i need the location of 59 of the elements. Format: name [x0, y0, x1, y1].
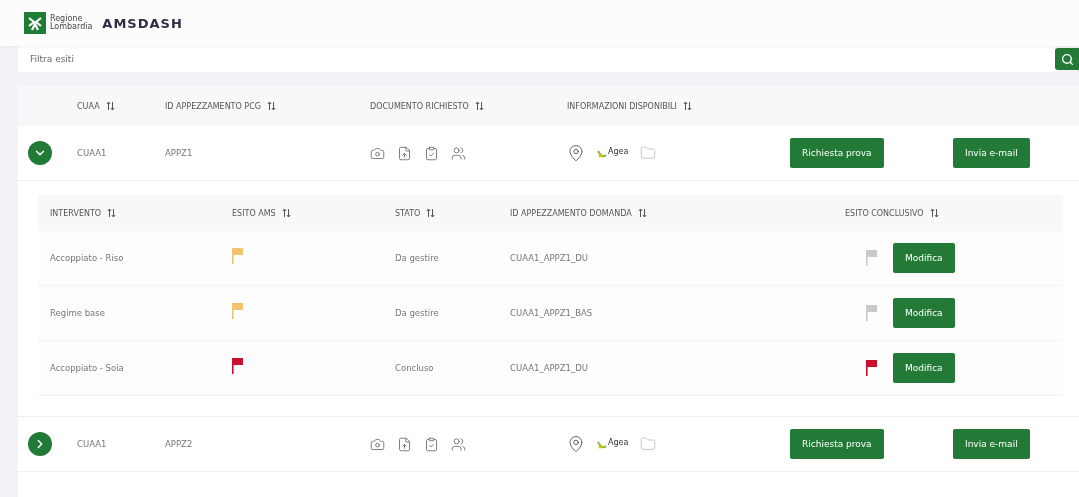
sort-icon[interactable] — [266, 101, 276, 111]
sort-icon[interactable] — [426, 208, 436, 218]
table-cell-text: Accoppiato - Soia — [50, 363, 125, 373]
edit-button[interactable]: Modifica — [893, 353, 955, 383]
table-cell-text: Da gestire — [395, 253, 440, 263]
email-button[interactable]: Invia e-mail — [953, 138, 1030, 168]
column-header[interactable]: ESITO CONCLUSIVO — [845, 208, 1063, 218]
expand-button[interactable] — [28, 141, 52, 165]
agea-logo[interactable]: Agea — [608, 438, 629, 447]
people-icon[interactable] — [451, 436, 466, 452]
file-upload-icon[interactable] — [397, 436, 412, 452]
column-header[interactable]: ESITO AMS — [232, 208, 395, 218]
sort-icon[interactable] — [281, 208, 291, 218]
table-cell-text: Regime base — [50, 308, 106, 318]
email-button[interactable]: Invia e-mail — [953, 429, 1030, 459]
clipboard-icon[interactable] — [424, 436, 439, 452]
sort-icon[interactable] — [682, 101, 692, 111]
clipboard-icon[interactable] — [424, 145, 439, 161]
camera-icon[interactable] — [370, 145, 385, 161]
table-cell-text: CUAA1 — [77, 148, 108, 158]
expand-button[interactable] — [28, 432, 52, 456]
map-pin-icon[interactable] — [567, 144, 585, 162]
table-cell-text: APPZ2 — [165, 439, 194, 449]
sort-icon[interactable] — [637, 208, 647, 218]
edit-button[interactable]: Modifica — [893, 298, 955, 328]
table-cell-text: Accoppiato - Riso — [50, 253, 125, 263]
agea-logo[interactable]: Agea — [608, 147, 629, 156]
table-cell-text: Da gestire — [395, 308, 440, 318]
app-title: AMSDASH — [102, 15, 183, 31]
table-cell-text: Concluso — [395, 363, 435, 373]
column-header[interactable]: INFORMAZIONI DISPONIBILI — [567, 101, 790, 111]
table-cell-text: APPZ1 — [165, 148, 194, 158]
edit-button[interactable]: Modifica — [893, 243, 955, 273]
table-cell-text: CUAA1 — [77, 439, 108, 449]
column-header[interactable]: DOCUMENTO RICHIESTO — [370, 101, 567, 111]
camera-icon[interactable] — [370, 436, 385, 452]
logo-text: Regione — [50, 15, 83, 23]
people-icon[interactable] — [451, 145, 466, 161]
request-button[interactable]: Richiesta prova — [790, 138, 884, 168]
sort-icon[interactable] — [929, 208, 939, 218]
search-button[interactable] — [1055, 48, 1079, 70]
logo-text: Lombardia — [50, 23, 93, 31]
sort-icon[interactable] — [105, 101, 115, 111]
column-header[interactable]: ID APPEZZAMENTO PCG — [165, 101, 370, 111]
table-cell-text: CUAA1_APPZ1_DU — [510, 253, 589, 263]
column-header[interactable]: ID APPEZZAMENTO DOMANDA — [510, 208, 845, 218]
logo-icon — [24, 12, 46, 34]
table-cell-text: CUAA1_APPZ1_BAS — [510, 308, 594, 318]
search-icon — [1060, 52, 1074, 66]
column-header[interactable]: STATO — [395, 208, 510, 218]
filter-field[interactable]: Filtra esiti — [18, 46, 1055, 72]
request-button[interactable]: Richiesta prova — [790, 429, 884, 459]
table-cell-text: CUAA1_APPZ1_DU — [510, 363, 589, 373]
sort-icon[interactable] — [474, 101, 484, 111]
sort-icon[interactable] — [107, 208, 117, 218]
column-header[interactable]: INTERVENTO — [50, 208, 232, 218]
column-header[interactable]: CUAA — [77, 101, 165, 111]
file-upload-icon[interactable] — [397, 145, 412, 161]
map-pin-icon[interactable] — [567, 435, 585, 453]
